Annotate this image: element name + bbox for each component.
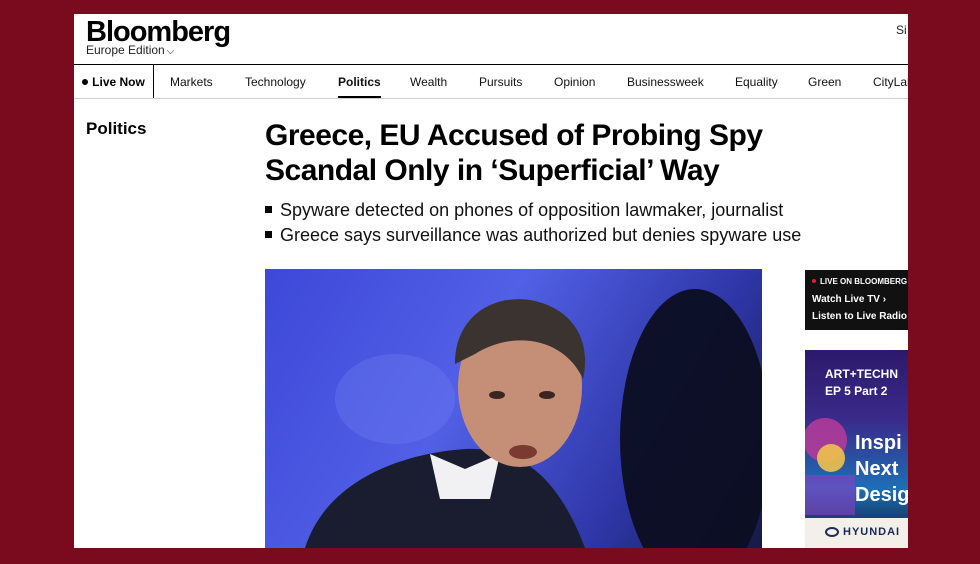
ad-brand-bar: HYUNDAI <box>805 518 908 548</box>
nav-item-politics[interactable]: Politics <box>338 75 381 98</box>
chevron-right-icon: › <box>882 294 887 305</box>
live-dot-icon <box>82 78 89 85</box>
chevron-down-icon: ⌵ <box>166 46 175 57</box>
ad-title: ART+TECHN <box>825 367 899 381</box>
ad-episode: EP 5 Part 2 <box>825 384 888 398</box>
nav-item-equality[interactable]: Equality <box>735 75 778 89</box>
main-navigation: Live Now Markets Technology Politics Wea… <box>74 64 908 99</box>
sign-in-link[interactable]: Si <box>896 23 907 37</box>
live-now-button[interactable]: Live Now <box>74 65 154 98</box>
advertisement[interactable]: ART+TECHN EP 5 Part 2 Inspi Next Desig H… <box>805 350 908 548</box>
nav-item-green[interactable]: Green <box>808 75 841 89</box>
summary-bullet: Greece says surveillance was authorized … <box>265 223 875 248</box>
nav-item-businessweek[interactable]: Businessweek <box>627 75 704 89</box>
section-label[interactable]: Politics <box>86 119 146 139</box>
live-on-bloomberg-box: LIVE ON BLOOMBERG Watch Live TV › Listen… <box>805 270 908 330</box>
live-dot-icon <box>812 279 816 283</box>
bloomberg-page: Bloomberg Europe Edition ⌵ Si Live Now Ma… <box>74 14 908 548</box>
hero-photo[interactable] <box>265 269 762 548</box>
listen-live-radio-link[interactable]: Listen to Live Radio <box>812 311 907 322</box>
hyundai-logo-icon <box>825 527 839 537</box>
nav-item-opinion[interactable]: Opinion <box>554 75 595 89</box>
live-now-label: Live Now <box>92 74 145 89</box>
article-summary: Spyware detected on phones of opposition… <box>265 198 875 248</box>
live-on-bloomberg-label: LIVE ON BLOOMBERG <box>812 277 907 286</box>
ad-brand-name: HYUNDAI <box>843 526 901 538</box>
edition-selector[interactable]: Europe Edition ⌵ <box>86 43 174 57</box>
nav-item-pursuits[interactable]: Pursuits <box>479 75 522 89</box>
nav-item-citylab[interactable]: CityLab <box>873 75 908 89</box>
summary-bullet-text: Spyware detected on phones of opposition… <box>280 200 784 220</box>
hero-photo-illustration <box>305 289 762 548</box>
nav-item-technology[interactable]: Technology <box>245 75 306 89</box>
nav-item-wealth[interactable]: Wealth <box>410 75 447 89</box>
nav-item-markets[interactable]: Markets <box>170 75 213 89</box>
bullet-square-icon <box>265 206 272 213</box>
article-headline: Greece, EU Accused of Probing Spy Scanda… <box>265 119 763 187</box>
summary-bullet-text: Greece says surveillance was authorized … <box>280 225 802 245</box>
edition-label: Europe Edition <box>86 43 165 57</box>
summary-bullet: Spyware detected on phones of opposition… <box>265 198 875 223</box>
watch-live-tv-link[interactable]: Watch Live TV › <box>812 294 886 305</box>
ad-headline: Inspi Next Desig <box>855 432 908 506</box>
bullet-square-icon <box>265 231 272 238</box>
